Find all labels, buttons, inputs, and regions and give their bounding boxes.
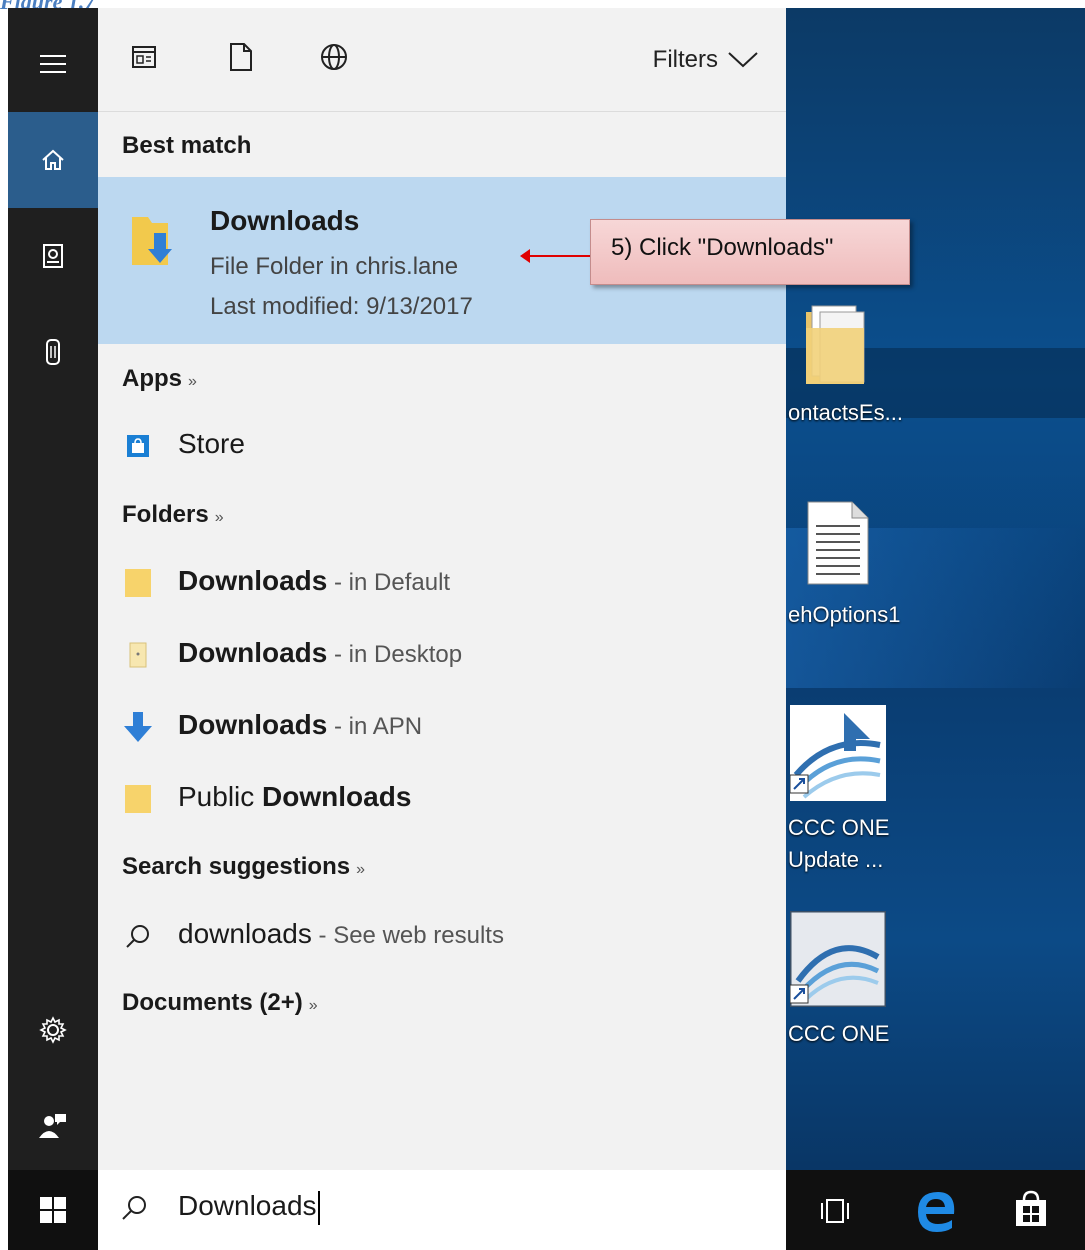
expand-chevron-icon: » — [308, 997, 318, 1014]
desktop-icon-label-line2: Update ... — [788, 847, 884, 872]
result-location: - in APN — [327, 713, 423, 740]
folder-icon — [122, 567, 154, 599]
result-downloads-apn[interactable]: Downloads - in APN — [98, 697, 786, 757]
home-button[interactable] — [8, 112, 98, 208]
instruction-callout: 5) Click "Downloads" — [590, 219, 910, 285]
result-prefix: Public — [178, 781, 263, 812]
filters-label: Filters — [652, 46, 718, 73]
text-file-icon — [807, 501, 869, 585]
desktop-icon-label: CCC ONE — [788, 1021, 890, 1046]
search-suggestions-heading[interactable]: Search suggestions» — [122, 853, 365, 881]
folders-heading[interactable]: Folders» — [122, 501, 224, 529]
chevron-down-icon — [728, 52, 758, 68]
search-scope-bar: Filters — [98, 8, 786, 112]
callout-arrow — [520, 249, 590, 263]
ccc-one-icon — [790, 911, 886, 1007]
feedback-person-icon — [39, 1114, 66, 1138]
apps-heading[interactable]: Apps» — [122, 365, 197, 393]
menu-button[interactable] — [8, 16, 98, 112]
store-icon — [122, 430, 154, 462]
suggestion-query: downloads — [178, 918, 312, 949]
expand-chevron-icon: » — [356, 861, 365, 878]
text-caret — [317, 1190, 320, 1225]
gear-icon — [39, 1016, 67, 1044]
apps-scope-icon[interactable] — [132, 46, 156, 68]
edge-browser-icon[interactable] — [914, 1188, 958, 1232]
home-icon — [42, 149, 64, 170]
download-arrow-icon — [122, 711, 154, 743]
result-store[interactable]: Store — [98, 416, 786, 476]
downloads-folder-icon — [132, 217, 172, 265]
store-label: Store — [178, 428, 245, 459]
result-public-downloads[interactable]: Public Downloads — [98, 769, 786, 829]
desktop-icon-label: ontactsEs... — [788, 400, 903, 425]
result-name: Downloads — [178, 637, 328, 668]
feedback-button[interactable] — [8, 1078, 98, 1174]
best-match-title: Downloads — [210, 205, 360, 236]
hamburger-icon — [40, 55, 66, 73]
result-downloads-default[interactable]: Downloads - in Default — [98, 553, 786, 613]
start-button[interactable] — [8, 1170, 98, 1250]
result-name: Downloads — [178, 709, 328, 740]
notebook-icon — [43, 244, 63, 268]
windows-logo-icon — [40, 1197, 66, 1223]
documents-heading[interactable]: Documents (2+)» — [122, 989, 318, 1017]
suggestion-hint: - See web results — [311, 922, 504, 949]
best-match-heading: Best match — [122, 132, 252, 159]
taskbar — [786, 1170, 1085, 1250]
device-button[interactable] — [8, 304, 98, 400]
result-location: - in Default — [327, 569, 451, 596]
search-input[interactable]: Downloads — [178, 1190, 317, 1221]
result-downloads-desktop[interactable]: Downloads - in Desktop — [98, 625, 786, 685]
ccc-one-update-icon — [790, 705, 886, 801]
best-match-modified: Last modified: 9/13/2017 — [210, 293, 473, 320]
result-name: Downloads — [178, 565, 328, 596]
filters-button[interactable]: Filters — [653, 46, 758, 74]
expand-chevron-icon: » — [214, 509, 224, 526]
suggestion-downloads-web[interactable]: downloads - See web results — [98, 906, 786, 966]
folder-shortcut-icon — [122, 639, 154, 671]
store-bag-icon[interactable] — [1014, 1190, 1048, 1228]
desktop-icon-label: ehOptions1 — [788, 602, 901, 627]
taskbar-search-box[interactable]: Downloads — [98, 1170, 786, 1250]
notebook-button[interactable] — [8, 208, 98, 304]
device-icon — [46, 339, 60, 365]
start-left-rail — [8, 8, 98, 1170]
search-icon — [122, 1196, 146, 1220]
task-view-icon[interactable] — [820, 1197, 850, 1225]
result-location: - in Desktop — [327, 641, 463, 668]
web-scope-globe-icon[interactable] — [320, 43, 348, 71]
folder-stack-icon — [806, 305, 865, 384]
desktop-icon-label-line1: CCC ONE — [788, 815, 890, 840]
folder-icon — [122, 783, 154, 815]
result-name: Downloads — [262, 781, 412, 812]
documents-scope-icon[interactable] — [230, 43, 252, 71]
desktop-background: ontactsEs... ehOptions1 CCC ONE Update .… — [786, 8, 1085, 1250]
settings-button[interactable] — [8, 982, 98, 1078]
search-results-panel: Filters Best match Downloads File Folder… — [98, 8, 786, 1170]
best-match-subtitle: File Folder in chris.lane — [210, 253, 459, 280]
search-icon — [122, 920, 154, 952]
expand-chevron-icon: » — [188, 373, 197, 390]
